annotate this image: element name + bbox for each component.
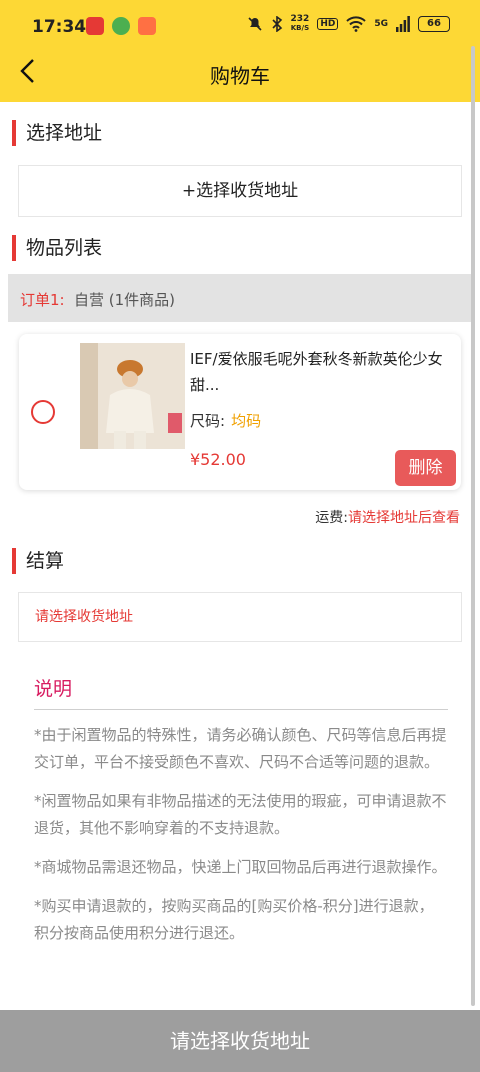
network-type: 5G [374, 19, 388, 29]
battery-icon: 66 [418, 16, 450, 32]
shipping-fee: 运费:请选择地址后查看 [315, 507, 460, 527]
product-thumbnail[interactable] [80, 343, 185, 449]
items-section-title: 物品列表 [12, 235, 102, 261]
app-green-icon [112, 17, 130, 35]
signal-icon [396, 16, 410, 32]
address-section-title: 选择地址 [12, 120, 102, 146]
select-item-radio[interactable] [31, 400, 55, 424]
checkout-section-title: 结算 [12, 548, 64, 574]
checkout-message: 请选择收货地址 [18, 592, 462, 642]
product-image-icon [80, 343, 185, 449]
select-address-button[interactable]: +选择收货地址 [18, 165, 462, 217]
notes-section: 说明 *由于闲置物品的特殊性，请务必确认颜色、尺码等信息后再提交订单，平台不接受… [34, 674, 448, 947]
nav-bar: 购物车 [0, 44, 480, 102]
cart-content[interactable]: 选择地址 +选择收货地址 物品列表 订单1: 自营 (1件商品) IEF/爱依服… [0, 102, 480, 1010]
net-speed: 232 KB/S [291, 15, 310, 33]
net-speed-unit: KB/S [290, 24, 310, 32]
order-shop: 自营 (1件商品) [74, 291, 176, 309]
status-time: 17:34 [32, 17, 87, 37]
hd-badge: HD [317, 18, 339, 30]
order-header: 订单1: 自营 (1件商品) [8, 274, 472, 322]
status-app-icons [86, 17, 156, 35]
battery-level: 66 [427, 18, 441, 29]
net-speed-value: 232 [290, 14, 310, 24]
product-name[interactable]: IEF/爱依服毛呢外套秋冬新款英伦少女甜... [190, 346, 452, 398]
submit-button[interactable]: 请选择收货地址 [0, 1010, 480, 1072]
product-size: 尺码: 均码 [190, 410, 261, 431]
note-item: *购买申请退款的，按购买商品的[购买价格-积分]进行退款，积分按商品使用积分进行… [34, 897, 434, 942]
size-label: 尺码: [190, 412, 226, 430]
app-orange-icon [138, 17, 156, 35]
wifi-icon [346, 16, 367, 32]
product-price: ¥52.00 [190, 450, 246, 469]
shipping-value: 请选择地址后查看 [348, 510, 460, 526]
scrollbar[interactable] [471, 46, 475, 1006]
page-title: 购物车 [210, 64, 270, 88]
bluetooth-icon [271, 16, 282, 32]
note-item: *商城物品需退还物品，快递上门取回物品后再进行退款操作。 [34, 858, 447, 876]
cart-item: IEF/爱依服毛呢外套秋冬新款英伦少女甜... 尺码: 均码 ¥52.00 删除 [19, 334, 461, 490]
shipping-label: 运费: [315, 510, 348, 526]
size-value: 均码 [231, 412, 262, 430]
order-label: 订单1: [20, 291, 65, 309]
note-item: *由于闲置物品的特殊性，请务必确认颜色、尺码等信息后再提交订单，平台不接受颜色不… [34, 726, 447, 771]
delete-button[interactable]: 删除 [395, 450, 456, 486]
status-indicators: 232 KB/S HD 5G 66 [247, 15, 450, 33]
app-red-icon [86, 17, 104, 35]
notes-title: 说明 [34, 674, 448, 710]
note-item: *闲置物品如果有非物品描述的无法使用的瑕疵，可申请退款不退货，其他不影响穿着的不… [34, 792, 447, 837]
mute-icon [247, 17, 262, 31]
